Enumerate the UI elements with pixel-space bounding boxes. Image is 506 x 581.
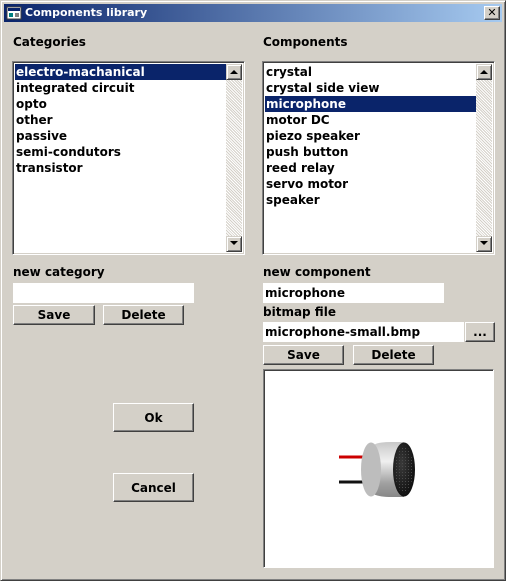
category-delete-button[interactable]: Delete <box>103 305 184 325</box>
categories-list-item[interactable]: semi-condutors <box>15 144 226 160</box>
components-list-item[interactable]: piezo speaker <box>265 128 476 144</box>
app-icon <box>6 6 22 20</box>
components-list-item[interactable]: speaker <box>265 192 476 208</box>
component-delete-button[interactable]: Delete <box>353 345 434 365</box>
arrow-up-icon <box>480 70 488 74</box>
components-heading: Components <box>263 35 348 49</box>
components-list: crystal crystal side view microphone motor … <box>265 64 476 208</box>
categories-list-item[interactable]: passive <box>15 128 226 144</box>
arrow-down-icon <box>480 241 488 245</box>
new-component-label: new component <box>263 265 371 279</box>
close-icon: ✕ <box>487 6 497 19</box>
categories-list-item[interactable]: electro-machanical <box>15 64 226 80</box>
categories-list-item[interactable]: opto <box>15 96 226 112</box>
categories-list-item[interactable]: integrated circuit <box>15 80 226 96</box>
components-list-item[interactable]: crystal <box>265 64 476 80</box>
scroll-down-button[interactable] <box>476 236 492 252</box>
components-list-item[interactable]: servo motor <box>265 176 476 192</box>
browse-button[interactable]: ... <box>465 322 495 342</box>
cancel-button[interactable]: Cancel <box>113 473 194 502</box>
scroll-up-button[interactable] <box>476 64 492 80</box>
close-button[interactable]: ✕ <box>484 6 500 20</box>
components-listbox[interactable]: crystal crystal side view microphone motor … <box>262 61 495 255</box>
ok-button[interactable]: Ok <box>113 403 194 432</box>
scroll-up-button[interactable] <box>226 64 242 80</box>
window-title: Components library <box>25 6 148 19</box>
components-list-item[interactable]: crystal side view <box>265 80 476 96</box>
components-library-window: Components library ✕ Categories electro-… <box>0 0 506 581</box>
microphone-image <box>339 442 415 497</box>
title-bar[interactable]: Components library ✕ <box>4 4 502 22</box>
categories-list-item[interactable]: transistor <box>15 160 226 176</box>
components-list-item[interactable]: reed relay <box>265 160 476 176</box>
categories-list-item[interactable]: other <box>15 112 226 128</box>
component-save-button[interactable]: Save <box>263 345 344 365</box>
scroll-down-button[interactable] <box>226 236 242 252</box>
bitmap-file-input[interactable] <box>263 322 464 342</box>
new-category-input[interactable] <box>13 283 194 303</box>
new-component-input[interactable] <box>263 283 444 303</box>
components-list-item[interactable]: motor DC <box>265 112 476 128</box>
bitmap-preview <box>263 369 494 568</box>
categories-scrollbar[interactable] <box>226 64 242 252</box>
bitmap-file-label: bitmap file <box>263 305 336 319</box>
category-save-button[interactable]: Save <box>13 305 95 325</box>
components-list-item[interactable]: microphone <box>265 96 476 112</box>
arrow-up-icon <box>230 70 238 74</box>
categories-heading: Categories <box>13 35 86 49</box>
categories-listbox[interactable]: electro-machanical integrated circuit opto… <box>12 61 245 255</box>
arrow-down-icon <box>230 241 238 245</box>
components-scrollbar[interactable] <box>476 64 492 252</box>
categories-list: electro-machanical integrated circuit opto… <box>15 64 226 176</box>
new-category-label: new category <box>13 265 105 279</box>
components-list-item[interactable]: push button <box>265 144 476 160</box>
